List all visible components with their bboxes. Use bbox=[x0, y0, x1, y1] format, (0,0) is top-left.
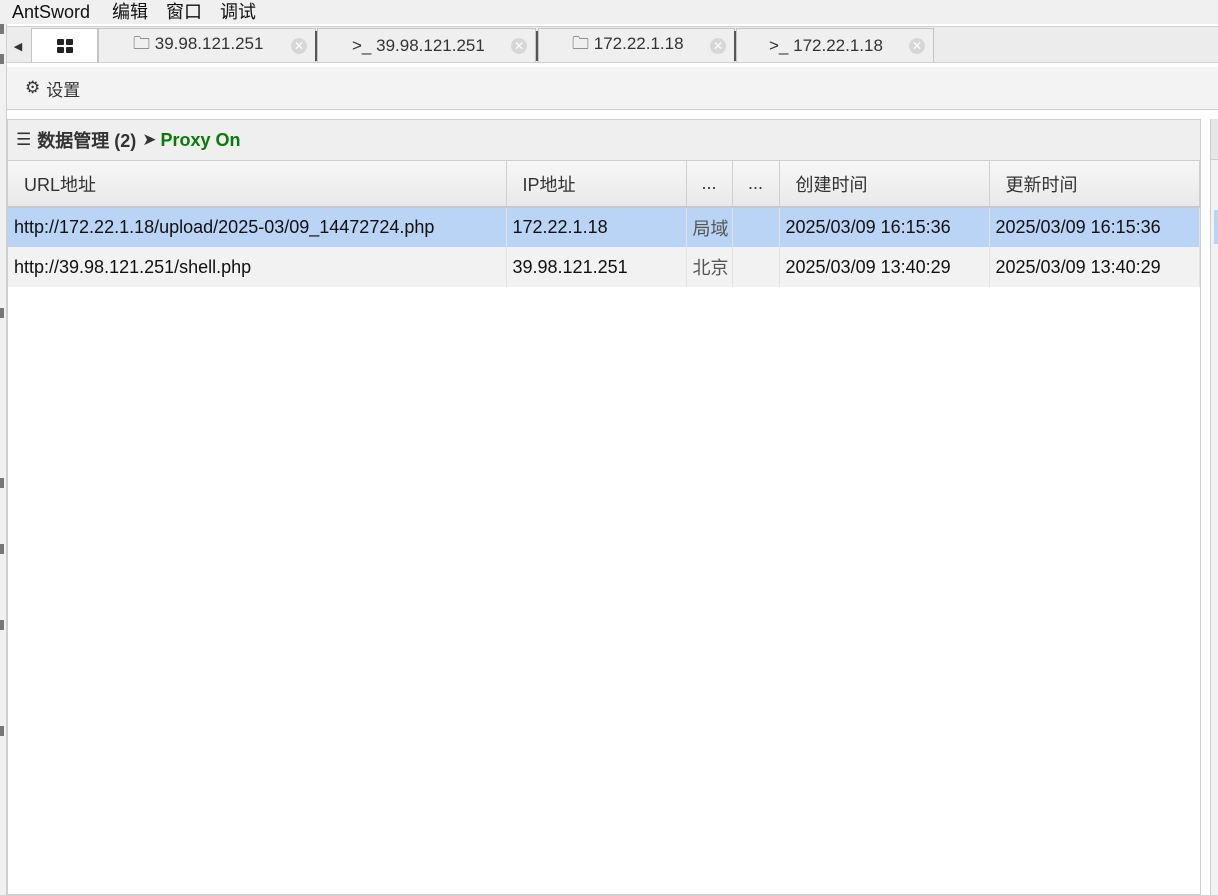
shell-table: URL地址 IP地址 ... ... 创建时间 更新时间 http://172.… bbox=[8, 161, 1200, 287]
cell-updated: 2025/03/09 13:40:29 bbox=[989, 247, 1200, 287]
menu-window[interactable]: 窗口 bbox=[166, 3, 202, 21]
tab-scroll-left-icon[interactable]: ◀ bbox=[10, 33, 26, 59]
cell-url: http://172.22.1.18/upload/2025-03/09_144… bbox=[8, 207, 507, 247]
column-header-ip[interactable]: IP地址 bbox=[506, 161, 687, 208]
column-header-created[interactable]: 创建时间 bbox=[779, 161, 990, 208]
cell-ip: 172.22.1.18 bbox=[506, 207, 687, 247]
terminal-icon: >_ bbox=[352, 35, 372, 55]
proxy-status: Proxy On bbox=[160, 129, 241, 150]
folder-icon: 🗀 bbox=[572, 34, 589, 53]
cell-location: 局域 bbox=[686, 207, 733, 247]
cell-created: 2025/03/09 16:15:36 bbox=[779, 207, 990, 247]
left-panel-edge bbox=[0, 24, 7, 895]
column-header-note[interactable]: ... bbox=[732, 161, 780, 208]
tab-file-manager-1[interactable]: 🗀 39.98.121.251 ✕ bbox=[98, 28, 316, 62]
table-header-row: URL地址 IP地址 ... ... 创建时间 更新时间 bbox=[8, 161, 1200, 208]
tab-terminal-1[interactable]: >_ 39.98.121.251 ✕ bbox=[317, 28, 536, 62]
menu-edit[interactable]: 编辑 bbox=[112, 3, 148, 21]
tab-label: 🗀 172.22.1.18 bbox=[572, 34, 684, 53]
table-row[interactable]: http://39.98.121.251/shell.php 39.98.121… bbox=[8, 247, 1200, 287]
toolbar: ⚙ 设置 bbox=[7, 67, 1218, 110]
close-icon[interactable]: ✕ bbox=[291, 38, 307, 54]
tab-home[interactable] bbox=[31, 28, 98, 62]
gear-icon: ⚙ bbox=[25, 78, 41, 98]
menu-antsword[interactable]: AntSword bbox=[12, 3, 90, 21]
cell-updated: 2025/03/09 16:15:36 bbox=[989, 207, 1200, 247]
cell-note bbox=[732, 247, 780, 287]
close-icon[interactable]: ✕ bbox=[909, 38, 925, 54]
grid-icon bbox=[56, 38, 73, 53]
cell-location: 北京 bbox=[686, 247, 733, 287]
menu-debug[interactable]: 调试 bbox=[220, 3, 256, 21]
tab-label: >_ 39.98.121.251 bbox=[352, 35, 485, 55]
tab-label: 🗀 39.98.121.251 bbox=[133, 34, 264, 53]
column-header-url[interactable]: URL地址 bbox=[8, 161, 507, 208]
column-header-updated[interactable]: 更新时间 bbox=[989, 161, 1200, 208]
right-panel-edge bbox=[1210, 119, 1218, 895]
paper-plane-icon: ➤ bbox=[142, 130, 157, 150]
table-row[interactable]: http://172.22.1.18/upload/2025-03/09_144… bbox=[8, 207, 1200, 247]
tab-label: >_ 172.22.1.18 bbox=[769, 35, 883, 55]
list-icon: ☰ bbox=[16, 130, 32, 150]
terminal-icon: >_ bbox=[769, 35, 789, 55]
menubar: AntSword 编辑 窗口 调试 bbox=[0, 0, 1218, 24]
column-header-location[interactable]: ... bbox=[686, 161, 733, 208]
cell-note bbox=[732, 207, 780, 247]
panel-title: 数据管理 (2) bbox=[37, 131, 137, 151]
close-icon[interactable]: ✕ bbox=[710, 38, 726, 54]
cell-ip: 39.98.121.251 bbox=[506, 247, 687, 287]
close-icon[interactable]: ✕ bbox=[511, 38, 527, 54]
settings-button[interactable]: ⚙ 设置 bbox=[25, 76, 80, 101]
settings-label: 设置 bbox=[46, 80, 81, 100]
tab-bar: ◀ 🗀 39.98.121.251 ✕ >_ 39.98.121.251 ✕ 🗀… bbox=[7, 26, 1218, 63]
tab-file-manager-2[interactable]: 🗀 172.22.1.18 ✕ bbox=[538, 28, 735, 62]
cell-url: http://39.98.121.251/shell.php bbox=[8, 247, 507, 287]
tab-terminal-2[interactable]: >_ 172.22.1.18 ✕ bbox=[736, 28, 934, 62]
cell-created: 2025/03/09 13:40:29 bbox=[779, 247, 990, 287]
folder-icon: 🗀 bbox=[133, 34, 150, 53]
data-management-panel: ☰ 数据管理 (2) ➤ Proxy On URL地址 IP地址 ... ...… bbox=[7, 119, 1201, 895]
panel-header: ☰ 数据管理 (2) ➤ Proxy On bbox=[8, 120, 1200, 161]
